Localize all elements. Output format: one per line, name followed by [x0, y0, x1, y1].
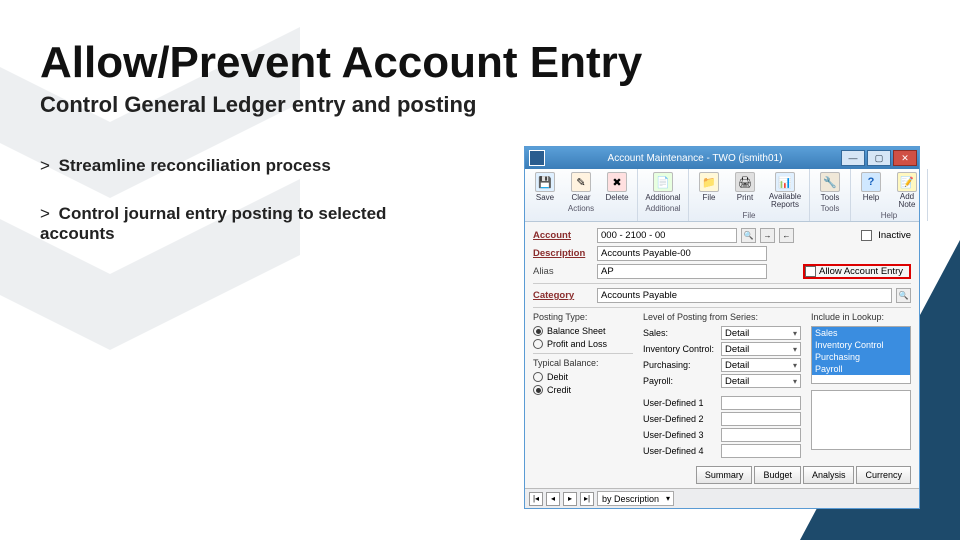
level-posting-header: Level of Posting from Series:: [643, 312, 801, 322]
credit-radio[interactable]: Credit: [533, 385, 633, 395]
alias-field[interactable]: AP: [597, 264, 767, 279]
expand-icon[interactable]: →: [760, 228, 775, 243]
category-field[interactable]: Accounts Payable: [597, 288, 892, 303]
save-button[interactable]: 💾Save: [529, 172, 561, 202]
user-defined-4-field[interactable]: [721, 444, 801, 458]
posting-type-header: Posting Type:: [533, 312, 633, 322]
print-icon: 🖨: [735, 172, 755, 192]
debit-radio[interactable]: Debit: [533, 372, 633, 382]
alias-label: Alias: [533, 266, 593, 277]
lookup-icon[interactable]: 🔍: [741, 228, 756, 243]
ribbon-group-label: Help: [881, 211, 897, 220]
inactive-label: Inactive: [878, 230, 911, 241]
sales-level-select[interactable]: Detail: [721, 326, 801, 340]
tools-button[interactable]: 🔧Tools: [814, 172, 846, 202]
window-titlebar: Account Maintenance - TWO (jsmith01) — ▢…: [525, 147, 919, 169]
account-field[interactable]: 000 - 2100 - 00: [597, 228, 737, 243]
save-icon: 💾: [535, 172, 555, 192]
allow-account-entry-label: Allow Account Entry: [819, 266, 903, 277]
payroll-level-select[interactable]: Detail: [721, 374, 801, 388]
nav-prev-button[interactable]: ◂: [546, 492, 560, 506]
delete-icon: ✖: [607, 172, 627, 192]
lookup-icon[interactable]: 🔍: [896, 288, 911, 303]
list-item[interactable]: Sales: [812, 327, 910, 339]
balance-sheet-radio[interactable]: Balance Sheet: [533, 326, 633, 336]
bullet-text: Streamline reconciliation process: [59, 156, 331, 175]
help-icon: ?: [861, 172, 881, 192]
add-note-button[interactable]: 📝Add Note: [891, 172, 923, 209]
inventory-level-select[interactable]: Detail: [721, 342, 801, 356]
currency-button[interactable]: Currency: [856, 466, 911, 484]
profit-loss-radio[interactable]: Profit and Loss: [533, 339, 633, 349]
minimize-button[interactable]: —: [841, 150, 865, 166]
description-field[interactable]: Accounts Payable-00: [597, 246, 767, 261]
slide-title: Allow/Prevent Account Entry: [40, 40, 920, 86]
bullet-text: Control journal entry posting to selecte…: [40, 204, 386, 243]
typical-balance-header: Typical Balance:: [533, 358, 633, 368]
file-button[interactable]: 📁File: [693, 172, 725, 209]
sort-dropdown[interactable]: by Description: [597, 491, 674, 506]
delete-button[interactable]: ✖Delete: [601, 172, 633, 202]
maximize-button[interactable]: ▢: [867, 150, 891, 166]
list-item[interactable]: Payroll: [812, 363, 910, 375]
nav-last-button[interactable]: ▸|: [580, 492, 594, 506]
note-icon: 📝: [897, 172, 917, 192]
ribbon-toolbar: 💾Save ✎Clear ✖Delete Actions 📄Additional…: [525, 169, 919, 222]
include-lookup-header: Include in Lookup:: [811, 312, 911, 322]
secondary-listbox[interactable]: [811, 390, 911, 450]
account-label: Account: [533, 230, 593, 241]
ribbon-group-label: Tools: [821, 204, 840, 213]
chevron-icon: >: [40, 204, 50, 223]
additional-button[interactable]: 📄Additional: [642, 172, 684, 202]
list-item[interactable]: Inventory Control: [812, 339, 910, 351]
user-defined-3-field[interactable]: [721, 428, 801, 442]
user-defined-2-field[interactable]: [721, 412, 801, 426]
ribbon-group-label: Actions: [568, 204, 594, 213]
inactive-checkbox[interactable]: [861, 230, 872, 241]
close-button[interactable]: ✕: [893, 150, 917, 166]
purchasing-level-select[interactable]: Detail: [721, 358, 801, 372]
collapse-icon[interactable]: ←: [779, 228, 794, 243]
clear-button[interactable]: ✎Clear: [565, 172, 597, 202]
reports-icon: 📊: [775, 172, 795, 192]
tools-icon: 🔧: [820, 172, 840, 192]
user-defined-1-field[interactable]: [721, 396, 801, 410]
clear-icon: ✎: [571, 172, 591, 192]
budget-button[interactable]: Budget: [754, 466, 801, 484]
nav-first-button[interactable]: |◂: [529, 492, 543, 506]
additional-icon: 📄: [653, 172, 673, 192]
summary-button[interactable]: Summary: [696, 466, 753, 484]
ribbon-group-label: File: [743, 211, 756, 220]
list-item[interactable]: Purchasing: [812, 351, 910, 363]
chevron-icon: >: [40, 156, 50, 175]
window-title: Account Maintenance - TWO (jsmith01): [549, 153, 841, 164]
help-button[interactable]: ?Help: [855, 172, 887, 209]
account-maintenance-window: Account Maintenance - TWO (jsmith01) — ▢…: [524, 146, 920, 509]
bullet-2: > Control journal entry posting to selec…: [40, 204, 440, 244]
nav-next-button[interactable]: ▸: [563, 492, 577, 506]
bullet-1: > Streamline reconciliation process: [40, 156, 440, 176]
include-lookup-listbox[interactable]: Sales Inventory Control Purchasing Payro…: [811, 326, 911, 384]
file-icon: 📁: [699, 172, 719, 192]
category-label: Category: [533, 290, 593, 301]
allow-account-entry-checkbox[interactable]: [805, 266, 816, 277]
print-button[interactable]: 🖨Print: [729, 172, 761, 209]
app-icon: [529, 150, 545, 166]
ribbon-group-label: Additional: [645, 204, 680, 213]
allow-account-entry-highlight: Allow Account Entry: [803, 264, 911, 279]
description-label: Description: [533, 248, 593, 259]
slide-subtitle: Control General Ledger entry and posting: [40, 92, 920, 118]
analysis-button[interactable]: Analysis: [803, 466, 855, 484]
reports-button[interactable]: 📊Available Reports: [765, 172, 805, 209]
record-navigator: |◂ ◂ ▸ ▸| by Description: [525, 488, 919, 508]
